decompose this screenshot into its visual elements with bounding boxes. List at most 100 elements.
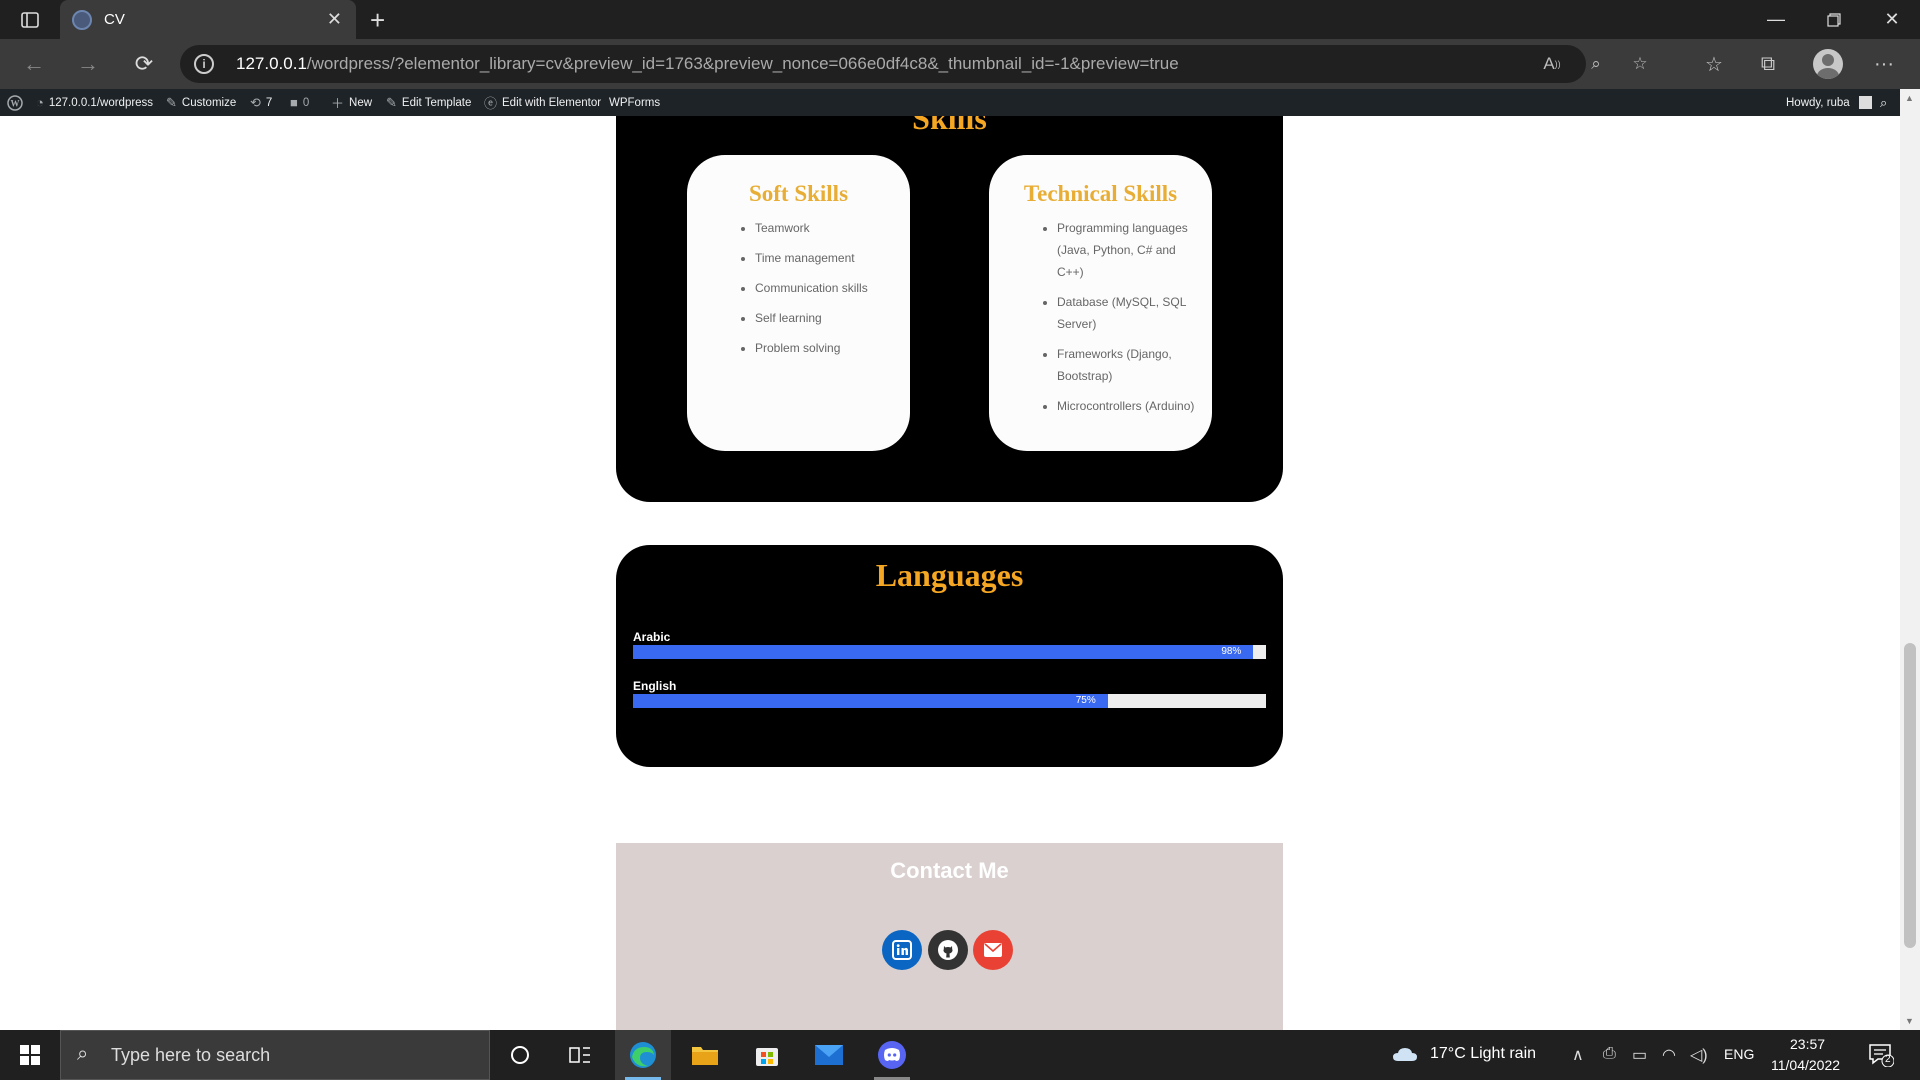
minimize-button[interactable]: — xyxy=(1748,0,1804,39)
plus-icon: ＋ xyxy=(331,96,345,111)
tab-favicon-icon xyxy=(72,10,92,30)
page-viewport: Skills Soft Skills Teamwork Time managem… xyxy=(0,116,1900,1030)
input-language[interactable]: ENG xyxy=(1724,1046,1754,1062)
scroll-down-icon[interactable]: ▼ xyxy=(1905,1016,1914,1026)
restore-button[interactable] xyxy=(1806,0,1862,39)
discord-icon[interactable] xyxy=(864,1030,920,1080)
skills-section: Skills Soft Skills Teamwork Time managem… xyxy=(616,116,1283,502)
wp-comments-link[interactable]: ■ 0 xyxy=(290,89,309,116)
tab-actions-icon[interactable] xyxy=(12,9,48,31)
soft-skills-list: Teamwork Time management Communication s… xyxy=(687,217,910,359)
notification-count: 2 xyxy=(1885,1054,1891,1065)
soft-skills-title: Soft Skills xyxy=(748,181,849,206)
address-bar[interactable]: i 127.0.0.1/wordpress/?elementor_library… xyxy=(180,45,1648,83)
language-progress-fill: 98% xyxy=(633,645,1254,659)
chevron-up-icon[interactable]: ∧ xyxy=(1572,1045,1584,1065)
github-icon[interactable] xyxy=(928,930,968,970)
list-item: Database (MySQL, SQL Server) xyxy=(1057,291,1202,335)
tab-close-icon[interactable]: ✕ xyxy=(327,9,342,30)
battery-icon[interactable]: ▭ xyxy=(1632,1045,1647,1065)
email-icon[interactable] xyxy=(973,930,1013,970)
wp-admin-bar: W ◔ 127.0.0.1/wordpress ✎ Customize ⟲ 7 ■ 0 … xyxy=(0,89,1920,116)
add-favorite-icon[interactable]: ☆ xyxy=(1626,51,1654,77)
technical-skills-list: Programming languages (Java, Python, C# … xyxy=(989,217,1212,417)
zoom-out-icon[interactable]: ⌕ xyxy=(1582,51,1610,77)
more-menu-icon[interactable]: ··· xyxy=(1868,49,1900,79)
weather-text[interactable]: 17°C Light rain xyxy=(1430,1045,1536,1063)
svg-text:W: W xyxy=(11,98,20,108)
list-item: Problem solving xyxy=(755,337,900,359)
language-progress-bar: 75% xyxy=(633,694,1266,708)
wp-customize-link[interactable]: ✎ Customize xyxy=(166,89,236,116)
contact-heading: Contact Me xyxy=(890,858,1009,883)
wp-site-link[interactable]: ◔ 127.0.0.1/wordpress xyxy=(36,89,153,116)
notifications-icon[interactable]: 2 xyxy=(1868,1043,1895,1072)
wp-updates-link[interactable]: ⟲ 7 xyxy=(250,89,272,116)
file-explorer-icon[interactable] xyxy=(677,1030,733,1080)
language-progress-bar: 98% xyxy=(633,645,1266,659)
list-item: Programming languages (Java, Python, C# … xyxy=(1057,217,1202,283)
clock-time[interactable]: 23:57 xyxy=(1790,1036,1825,1052)
close-window-button[interactable]: ✕ xyxy=(1864,0,1920,39)
tab-title: CV xyxy=(104,11,125,28)
browser-tab-strip: CV ✕ + — ✕ xyxy=(0,0,1920,39)
taskbar-search-box[interactable]: ⌕ Type here to search xyxy=(60,1030,490,1080)
elementor-icon: ⓔ xyxy=(484,96,498,111)
technical-skills-title: Technical Skills xyxy=(1023,181,1178,206)
windows-taskbar: ⌕ Type here to search 17°C Light rain ∧ … xyxy=(0,1030,1920,1080)
wp-wpforms-link[interactable]: WPForms xyxy=(609,89,660,116)
profile-avatar[interactable] xyxy=(1813,49,1843,79)
linkedin-icon[interactable] xyxy=(882,930,922,970)
language-percent-label: 75% xyxy=(1075,695,1096,706)
soft-skills-card: Soft Skills Teamwork Time management Com… xyxy=(687,155,910,451)
clock-date[interactable]: 11/04/2022 xyxy=(1771,1057,1840,1073)
language-name: Arabic xyxy=(633,630,671,644)
edge-taskbar-icon[interactable] xyxy=(615,1030,671,1080)
technical-skills-card: Technical Skills Programming languages (… xyxy=(989,155,1212,451)
skills-heading: Skills xyxy=(912,116,987,136)
back-button[interactable]: ← xyxy=(18,49,50,79)
wp-logo-icon[interactable]: W xyxy=(7,89,23,116)
browser-tab[interactable]: CV ✕ xyxy=(60,0,356,39)
favorites-icon[interactable]: ☆ xyxy=(1698,49,1730,79)
language-progress-fill: 75% xyxy=(633,694,1108,708)
language-percent-label: 98% xyxy=(1221,646,1242,657)
pencil-icon: ✎ xyxy=(386,94,397,110)
search-icon: ⌕ xyxy=(77,1043,89,1065)
wp-edit-template-link[interactable]: ✎ Edit Template xyxy=(386,89,471,116)
task-view-icon[interactable] xyxy=(552,1030,608,1080)
wp-new-link[interactable]: ＋ New xyxy=(331,89,372,116)
wp-howdy-menu[interactable]: Howdy, ruba xyxy=(1786,89,1872,116)
weather-icon[interactable] xyxy=(1392,1045,1418,1070)
site-info-icon[interactable]: i xyxy=(194,54,214,74)
user-avatar xyxy=(1858,96,1872,109)
list-item: Teamwork xyxy=(755,217,900,239)
forward-button[interactable]: → xyxy=(72,49,104,79)
contact-section: Contact Me xyxy=(616,843,1283,1030)
read-aloud-icon[interactable]: A)) xyxy=(1538,51,1566,77)
volume-icon[interactable]: ◁) xyxy=(1690,1045,1708,1065)
wp-edit-elementor-link[interactable]: ⓔ Edit with Elementor xyxy=(484,89,601,116)
collections-icon[interactable]: ⧉ xyxy=(1752,49,1784,79)
scroll-up-icon[interactable]: ▲ xyxy=(1905,93,1914,103)
url-text[interactable]: 127.0.0.1/wordpress/?elementor_library=c… xyxy=(236,54,1179,74)
wp-search-icon[interactable]: ⌕ xyxy=(1880,89,1887,116)
page-scrollbar[interactable]: ▲ ▼ xyxy=(1900,89,1920,1030)
meet-now-icon[interactable]: ⎙ xyxy=(1603,1045,1616,1063)
list-item: Microcontrollers (Arduino) xyxy=(1057,395,1202,417)
wifi-icon[interactable]: ◠ xyxy=(1662,1045,1676,1065)
mail-icon[interactable] xyxy=(801,1030,857,1080)
pencil-icon: ✎ xyxy=(166,94,177,110)
cortana-icon[interactable] xyxy=(492,1030,548,1080)
comment-icon: ■ xyxy=(290,95,298,110)
start-button[interactable] xyxy=(0,1030,60,1080)
new-tab-button[interactable]: + xyxy=(370,5,385,36)
scrollbar-thumb[interactable] xyxy=(1904,643,1916,948)
languages-section: Languages Arabic 98% English 75% xyxy=(616,545,1283,767)
dashboard-icon: ◔ xyxy=(36,95,44,110)
languages-heading: Languages xyxy=(875,557,1024,593)
search-placeholder: Type here to search xyxy=(111,1045,271,1065)
list-item: Self learning xyxy=(755,307,900,329)
microsoft-store-icon[interactable] xyxy=(739,1030,795,1080)
refresh-button[interactable]: ⟳ xyxy=(128,49,160,79)
